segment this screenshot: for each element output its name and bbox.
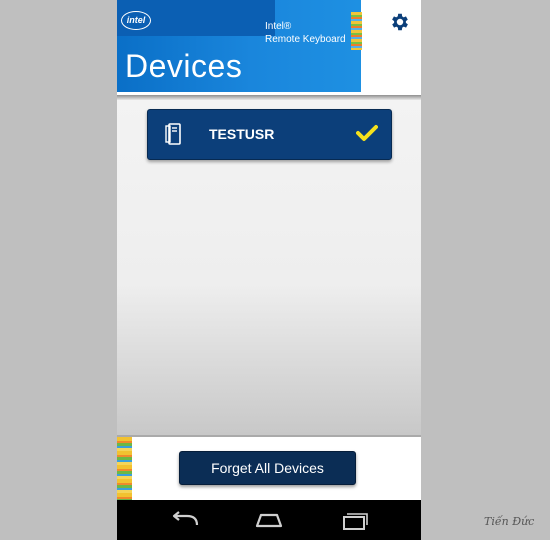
page-title: Devices [125,48,243,84]
product-name: Intel® Remote Keyboard [265,20,346,46]
recent-apps-icon[interactable] [335,510,371,532]
system-nav-bar [117,500,421,540]
home-icon[interactable] [251,510,287,532]
banner-decoration [351,12,362,50]
footer-bar: Forget All Devices [117,435,421,502]
checkmark-icon [356,125,378,141]
device-item-testusr[interactable]: TESTUSR [147,109,392,160]
app-header: intel Intel® Remote Keyboard Devices [117,0,421,97]
back-icon[interactable] [167,510,203,532]
gear-icon[interactable] [389,11,411,33]
app-screen: intel Intel® Remote Keyboard Devices TES… [117,0,421,540]
device-name: TESTUSR [209,126,275,142]
product-line-1: Intel® [265,21,292,32]
computer-icon [165,123,181,145]
footer-decoration [117,437,132,500]
forget-all-devices-button[interactable]: Forget All Devices [179,451,356,485]
intel-logo: intel [121,11,151,30]
header-banner: intel Intel® Remote Keyboard Devices [117,0,362,92]
device-list: TESTUSR [117,100,421,435]
product-line-2: Remote Keyboard [265,34,346,45]
signature-watermark: Tiến Đức [484,515,535,528]
